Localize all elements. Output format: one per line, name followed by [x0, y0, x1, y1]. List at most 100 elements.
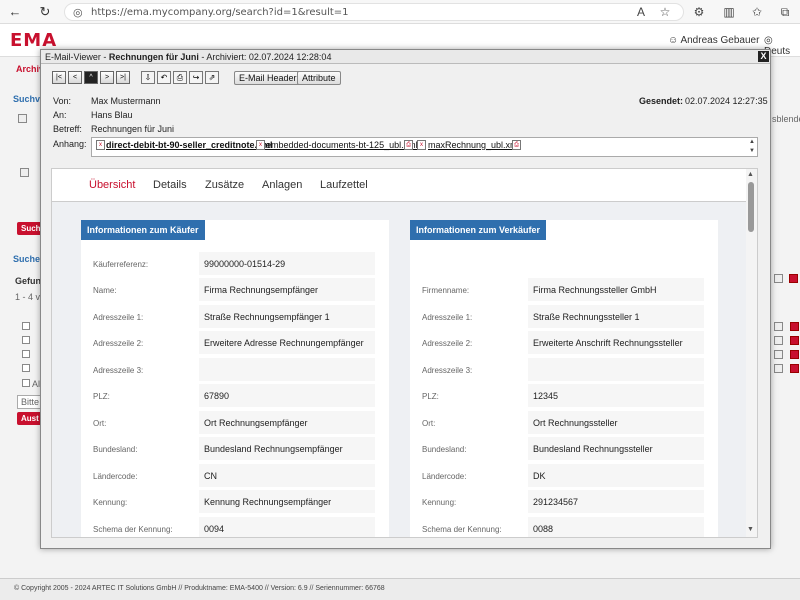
seller-row-label: Schema der Kennung:	[422, 525, 502, 534]
print-icon[interactable]: ⎙	[173, 71, 187, 84]
up-button[interactable]: ^	[84, 71, 98, 84]
download-icon[interactable]: ⇩	[141, 71, 155, 84]
attachment-link[interactable]: embedded-documents-bt-125_ubl.xml	[266, 140, 418, 150]
buyer-row-label: PLZ:	[93, 392, 110, 401]
tab-details[interactable]: Details	[153, 179, 187, 191]
reload-icon[interactable]: ↻	[36, 3, 54, 21]
bg-row-checkbox	[22, 350, 30, 358]
attachment-list: x direct-debit-bt-90-seller_creditnote.x…	[91, 137, 758, 157]
last-email-button[interactable]: >|	[116, 71, 130, 84]
xml-file-icon: x	[417, 140, 426, 150]
seller-row-value: DK	[528, 464, 704, 487]
seller-row-label: Kennung:	[422, 498, 457, 507]
attachment-link[interactable]: maxRechnung_ubl.xml	[428, 140, 520, 150]
seller-row-value: Ort Rechnungssteller	[528, 411, 704, 434]
bg-suchv-label: Suchv	[13, 94, 41, 104]
restore-icon[interactable]: ↶	[157, 71, 171, 84]
ema-logo: EMA	[10, 30, 58, 51]
seller-info-panel: Informationen zum Verkäufer Firmenname: …	[410, 220, 718, 537]
subject-value: Rechnungen für Juni	[91, 124, 175, 134]
globe-icon: ◎	[73, 7, 83, 19]
buyer-row-value: Firma Rechnungsempfänger	[199, 278, 375, 301]
extensions-icon[interactable]: ⚙	[690, 3, 708, 21]
bg-sort-icon	[20, 168, 29, 177]
user-icon: ☺	[668, 35, 679, 46]
scroll-up-icon[interactable]: ▲	[747, 171, 754, 178]
user-menu[interactable]: ☺ Andreas Gebauer	[668, 35, 759, 46]
bg-gefun-label: Gefun	[15, 276, 41, 286]
bg-doc-icon	[774, 364, 783, 373]
bg-list-icon	[774, 274, 783, 283]
bg-red-icon	[790, 364, 799, 373]
bg-doc-icon	[774, 336, 783, 345]
print-icon[interactable]: ⎙	[404, 140, 413, 150]
bg-all-label: Al	[22, 379, 40, 389]
user-name: Andreas Gebauer	[680, 35, 760, 46]
buyer-row-value: Bundesland Rechnungsempfänger	[199, 437, 375, 460]
seller-row-label: Adresszeile 3:	[422, 366, 473, 375]
from-label: Von:	[53, 96, 72, 106]
seller-row-value: Straße Rechnungssteller 1	[528, 305, 704, 328]
xml-file-icon: x	[96, 140, 105, 150]
tab-anlagen[interactable]: Anlagen	[262, 179, 302, 191]
attribute-button[interactable]: Attribute	[297, 71, 341, 85]
sent-value: 02.07.2024 12:27:35	[685, 96, 768, 106]
buyer-row-value	[199, 358, 375, 381]
from-value: Max Mustermann	[91, 96, 161, 106]
buyer-row-label: Adresszeile 3:	[93, 366, 144, 375]
browser-toolbar: ← ↻ ◎ https://ema.mycompany.org/search?i…	[0, 0, 800, 24]
attachment-link[interactable]: direct-debit-bt-90-seller_creditnote.xml	[106, 140, 273, 150]
address-bar[interactable]: ◎ https://ema.mycompany.org/search?id=1&…	[64, 3, 684, 21]
seller-row-value: 291234567	[528, 490, 704, 513]
buyer-row-value: 0094	[199, 517, 375, 537]
tab-laufzettel[interactable]: Laufzettel	[320, 179, 368, 191]
bg-blend-label: sblende	[772, 114, 800, 124]
attachment-scroll-icon[interactable]: ▲ ▼	[749, 138, 755, 156]
scroll-thumb[interactable]	[748, 182, 754, 232]
collections-icon[interactable]: ⧉	[776, 3, 794, 21]
content-scrollbar[interactable]: ▲ ▼	[746, 169, 757, 537]
scroll-down-icon[interactable]: ▼	[747, 526, 754, 533]
print-icon[interactable]: ⎙	[512, 140, 521, 150]
previous-email-button[interactable]: <	[68, 71, 82, 84]
email-viewer-dialog: E-Mail-Viewer - Rechnungen für Juni - Ar…	[40, 49, 771, 549]
favorites-icon[interactable]: ✩	[748, 3, 766, 21]
seller-row-label: PLZ:	[422, 392, 439, 401]
buyer-panel-title: Informationen zum Käufer	[81, 220, 205, 240]
favorite-star-icon[interactable]: ☆	[656, 3, 674, 21]
bg-row-checkbox	[22, 364, 30, 372]
email-content-frame: Übersicht Details Zusätze Anlagen Laufze…	[51, 168, 758, 538]
first-email-button[interactable]: |<	[52, 71, 66, 84]
seller-row-label: Firmenname:	[422, 286, 470, 295]
dialog-title-archived: - Archiviert: 02.07.2024 12:28:04	[198, 52, 332, 62]
buyer-row-value: CN	[199, 464, 375, 487]
bg-doc-icon	[774, 322, 783, 331]
close-dialog-button[interactable]: X	[758, 51, 769, 62]
split-screen-icon[interactable]: ▥	[720, 3, 738, 21]
buyer-row-label: Bundesland:	[93, 445, 138, 454]
bg-all-checkbox	[22, 379, 30, 387]
bg-red-icon	[790, 322, 799, 331]
tab-uebersicht[interactable]: Übersicht	[89, 179, 135, 191]
seller-row-label: Ort:	[422, 419, 436, 428]
buyer-row-value: Kennung Rechnungsempfänger	[199, 490, 375, 513]
next-email-button[interactable]: >	[100, 71, 114, 84]
bg-red-icon	[789, 274, 798, 283]
back-icon[interactable]: ←	[6, 3, 24, 21]
dialog-title-subject: Rechnungen für Juni	[108, 52, 199, 62]
tab-zusaetze[interactable]: Zusätze	[205, 179, 244, 191]
email-header-button[interactable]: E-Mail Header	[234, 71, 302, 85]
seller-row-label: Bundesland:	[422, 445, 467, 454]
read-aloud-icon[interactable]: A	[632, 3, 650, 21]
buyer-row-label: Ländercode:	[93, 472, 138, 481]
buyer-row-label: Kennung:	[93, 498, 128, 507]
buyer-row-label: Adresszeile 2:	[93, 339, 144, 348]
dialog-title-sep: -	[100, 52, 109, 62]
bg-row-checkbox	[22, 336, 30, 344]
dialog-title-bar: E-Mail-Viewer - Rechnungen für Juni - Ar…	[41, 50, 770, 64]
seller-panel-title: Informationen zum Verkäufer	[410, 220, 547, 240]
bg-toggle-icon	[18, 114, 27, 123]
buyer-row-label: Käuferreferenz:	[93, 260, 149, 269]
export-icon[interactable]: ⇗	[205, 71, 219, 84]
forward-icon[interactable]: ↪	[189, 71, 203, 84]
